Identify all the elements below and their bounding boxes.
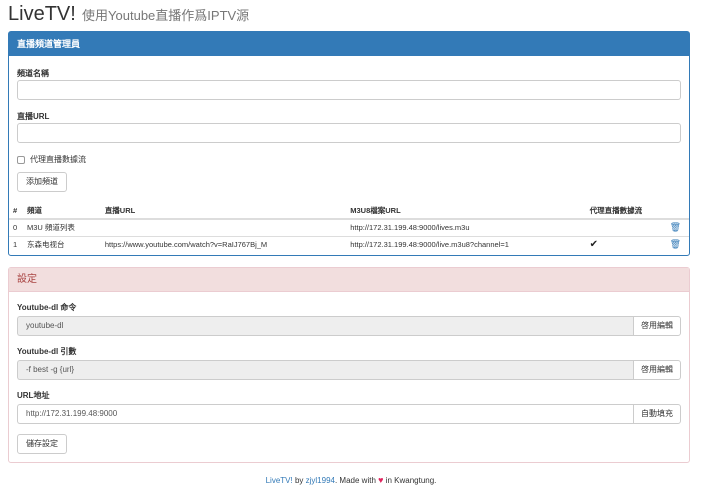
row-m3u8-url[interactable]: http://172.31.199.48:9000/lives.m3u — [346, 218, 586, 236]
page-title: LiveTV! — [8, 3, 76, 25]
ytdl-args-edit-button[interactable]: 啓用編輯 — [633, 360, 681, 380]
url-address-group: http://172.31.199.48:9000 自動填充 — [17, 404, 681, 424]
ytdl-args-group: -f best -g {url} 啓用編輯 — [17, 360, 681, 380]
url-address-label: URL地址 — [17, 391, 50, 400]
channel-name-input[interactable] — [17, 80, 681, 100]
channel-manager-panel: 直播頻道管理員 頻道名稱 直播URL 代理直播數據流 添加頻道 # 頻道 直播U… — [8, 31, 690, 256]
row-index: 0 — [9, 218, 23, 236]
row-channel-name: 东森电视台 — [22, 235, 101, 253]
column-header-proxy: 代理直播數據流 — [585, 202, 666, 220]
proxy-stream-checkbox[interactable] — [17, 155, 25, 164]
channel-name-label: 頻道名稱 — [17, 69, 49, 78]
row-m3u8-url[interactable]: http://172.31.199.48:9000/live.m3u8?chan… — [346, 235, 586, 253]
proxy-stream-option[interactable]: 代理直播數據流 — [17, 154, 86, 165]
row-live-url[interactable]: https://www.youtube.com/watch?v=RaIJ767B… — [100, 235, 347, 253]
column-header-m3u8-url: M3U8檔案URL — [346, 202, 586, 220]
row-live-url — [100, 218, 347, 236]
column-header-actions — [665, 202, 689, 220]
row-index: 1 — [9, 235, 23, 253]
ytdl-command-input[interactable]: youtube-dl — [17, 316, 633, 336]
ytdl-command-label: Youtube-dl 命令 — [17, 303, 77, 312]
trash-icon[interactable]: 🗑 — [670, 239, 681, 249]
ytdl-command-edit-button[interactable]: 啓用編輯 — [633, 316, 681, 336]
save-settings-button[interactable]: 儲存設定 — [17, 434, 67, 454]
footer-by-text: by — [292, 476, 306, 485]
footer: LiveTV! by zjyl1994. Made with ♥ in Kwan… — [0, 475, 702, 485]
ytdl-args-label: Youtube-dl 引數 — [17, 347, 77, 356]
live-url-label: 直播URL — [17, 112, 50, 121]
table-row: 1 东森电视台 https://www.youtube.com/watch?v=… — [9, 235, 689, 253]
proxy-stream-label: 代理直播數據流 — [30, 155, 86, 164]
url-address-input[interactable]: http://172.31.199.48:9000 — [17, 404, 633, 424]
channel-table-header: # 頻道 直播URL M3U8檔案URL 代理直播數據流 — [9, 202, 689, 220]
column-header-channel: 頻道 — [22, 202, 101, 220]
row-proxy — [585, 218, 666, 236]
column-header-index: # — [9, 202, 23, 220]
ytdl-args-input[interactable]: -f best -g {url} — [17, 360, 633, 380]
live-url-input[interactable] — [17, 123, 681, 143]
footer-brand-link[interactable]: LiveTV! — [266, 476, 293, 485]
trash-icon[interactable]: 🗑 — [670, 222, 681, 232]
channel-panel-heading: 直播頻道管理員 — [9, 32, 689, 56]
check-icon: ✔ — [585, 235, 666, 253]
footer-author-link[interactable]: zjyl1994 — [306, 476, 335, 485]
add-channel-button[interactable]: 添加頻道 — [17, 172, 67, 192]
page-header: LiveTV! 使用Youtube直播作爲IPTV源 — [8, 3, 249, 26]
column-header-live-url: 直播URL — [100, 202, 347, 220]
url-autofill-button[interactable]: 自動填充 — [633, 404, 681, 424]
table-row: 0 M3U 頻道列表 http://172.31.199.48:9000/liv… — [9, 218, 689, 236]
settings-panel: 設定 Youtube-dl 命令 youtube-dl 啓用編輯 Youtube… — [8, 267, 690, 463]
footer-made-with-text: . Made with — [334, 476, 379, 485]
channel-table: # 頻道 直播URL M3U8檔案URL 代理直播數據流 0 M3U 頻道列表 … — [9, 202, 689, 253]
footer-location-text: in Kwangtung. — [383, 476, 437, 485]
ytdl-command-group: youtube-dl 啓用編輯 — [17, 316, 681, 336]
settings-panel-heading: 設定 — [9, 268, 689, 292]
row-channel-name: M3U 頻道列表 — [22, 218, 101, 236]
page-subtitle: 使用Youtube直播作爲IPTV源 — [82, 8, 250, 23]
